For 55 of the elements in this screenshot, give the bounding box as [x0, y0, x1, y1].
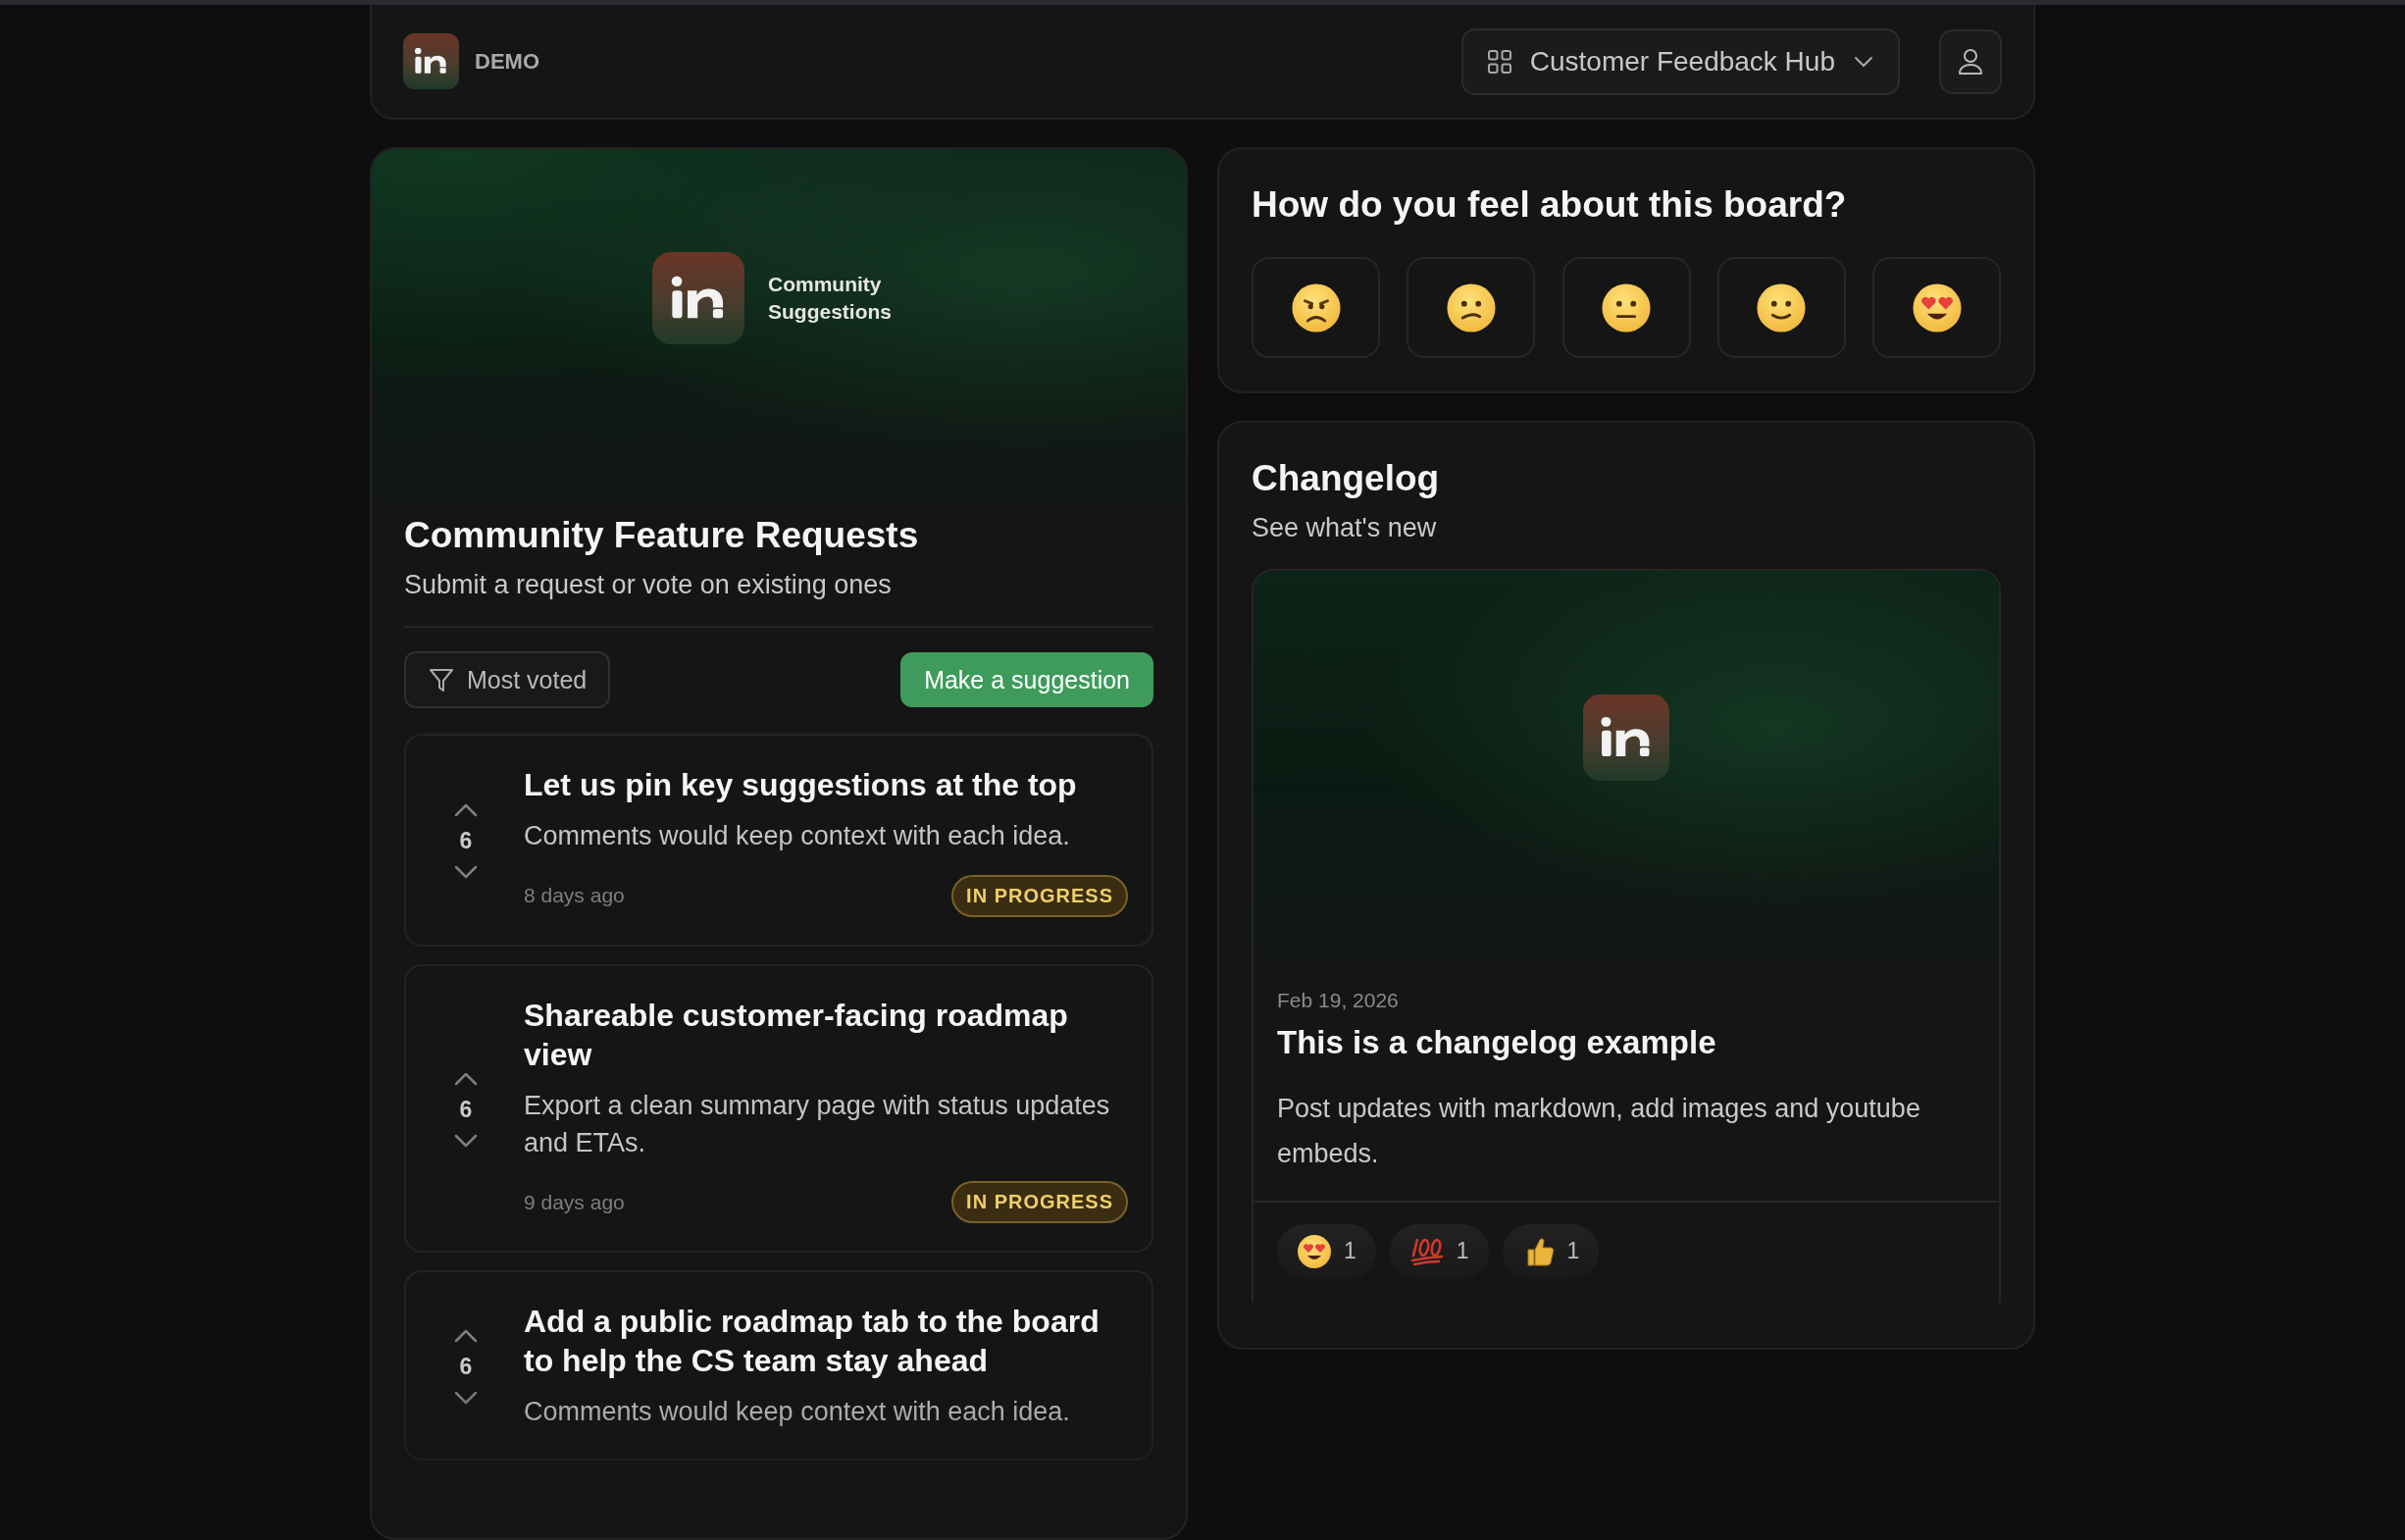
suggestion-description: Export a clean summary page with status updates and ETAs. — [524, 1089, 1111, 1159]
suggestion-card[interactable]: 6 Let us pin key suggestions at the top Comments would keep context with each idea. 8 days ago IN PROGRESS — [404, 734, 1153, 947]
grid-icon — [1486, 48, 1512, 75]
suggestion-age: 9 days ago — [524, 1190, 625, 1214]
board-subtitle: Submit a request or vote on existing ones — [404, 570, 893, 600]
post-body: Post updates with markdown, add images and youtube embeds. — [1277, 1093, 1921, 1170]
suggestion-title: Shareable customer-facing roadmap view — [524, 996, 1069, 1074]
board-title: Community Feature Requests — [404, 515, 920, 556]
heart-eyes-face-icon — [1297, 1233, 1332, 1269]
changelog-post[interactable]: Feb 19, 2026 This is a changelog example Post updates with markdown, add images and youtube embeds. 1 1 1 — [1252, 569, 2001, 1303]
status-badge: IN PROGRESS — [951, 874, 1128, 917]
reaction-pill[interactable]: 1 — [1389, 1223, 1489, 1279]
changelog-subtitle: See what's new — [1252, 513, 1438, 543]
user-button[interactable] — [1939, 28, 2002, 94]
status-badge: IN PROGRESS — [951, 1181, 1128, 1224]
vote-count: 6 — [459, 1096, 473, 1123]
board-selector[interactable]: Customer Feedback Hub — [1460, 27, 1900, 95]
filter-icon — [428, 666, 455, 693]
rating-button[interactable] — [1407, 257, 1536, 358]
vote-count: 6 — [459, 827, 473, 854]
chevron-down-icon — [453, 1389, 479, 1406]
suggestion-card[interactable]: 6 Add a public roadmap tab to the board to help the CS team stay ahead Comments would keep context with each idea. — [404, 1270, 1153, 1462]
chevron-up-icon — [453, 801, 479, 818]
user-icon — [1957, 46, 1984, 77]
sort-button[interactable]: Most voted — [404, 651, 611, 708]
confused-face-icon — [1445, 282, 1497, 334]
suggestion-title: Add a public roadmap tab to the board to help the CS team stay ahead — [524, 1303, 1100, 1381]
heart-eyes-face-icon — [1911, 282, 1963, 334]
chevron-down-icon — [1853, 54, 1874, 69]
suggestion-description: Comments would keep context with each idea. — [524, 820, 1071, 852]
chevron-down-icon — [453, 863, 479, 880]
rating-button[interactable] — [1561, 257, 1691, 358]
chevron-up-icon — [453, 1327, 479, 1344]
post-title: This is a changelog example — [1277, 1024, 1717, 1061]
suggestion-age: 8 days ago — [524, 884, 625, 908]
suggestion-title: Let us pin key suggestions at the top — [524, 766, 1078, 804]
vote-count: 6 — [459, 1353, 473, 1380]
suggestion-description: Comments would keep context with each idea. — [524, 1396, 1071, 1429]
rating-button[interactable] — [1716, 257, 1846, 358]
reaction-pill[interactable]: 1 — [1502, 1223, 1600, 1279]
brand-logo — [403, 33, 459, 89]
neutral-face-icon — [1601, 282, 1652, 334]
chevron-down-icon — [453, 1132, 479, 1149]
rating-button[interactable] — [1252, 257, 1380, 358]
post-date: Feb 19, 2026 — [1277, 989, 1400, 1012]
rating-button[interactable] — [1872, 257, 2001, 358]
chevron-up-icon — [453, 1070, 479, 1087]
brand-name: DEMO — [475, 48, 539, 75]
banner-caption: Community Suggestions — [768, 272, 893, 325]
suggestion-card[interactable]: 6 Shareable customer-facing roadmap view Export a clean summary page with status updates and ETAs. 9 days ago IN PROGRESS — [404, 963, 1153, 1254]
angry-face-icon — [1290, 282, 1342, 334]
smiling-face-icon — [1756, 282, 1808, 334]
feedback-question: How do you feel about this board? — [1252, 184, 1848, 226]
changelog-title: Changelog — [1252, 458, 1441, 499]
reaction-pill[interactable]: 1 — [1277, 1223, 1376, 1279]
